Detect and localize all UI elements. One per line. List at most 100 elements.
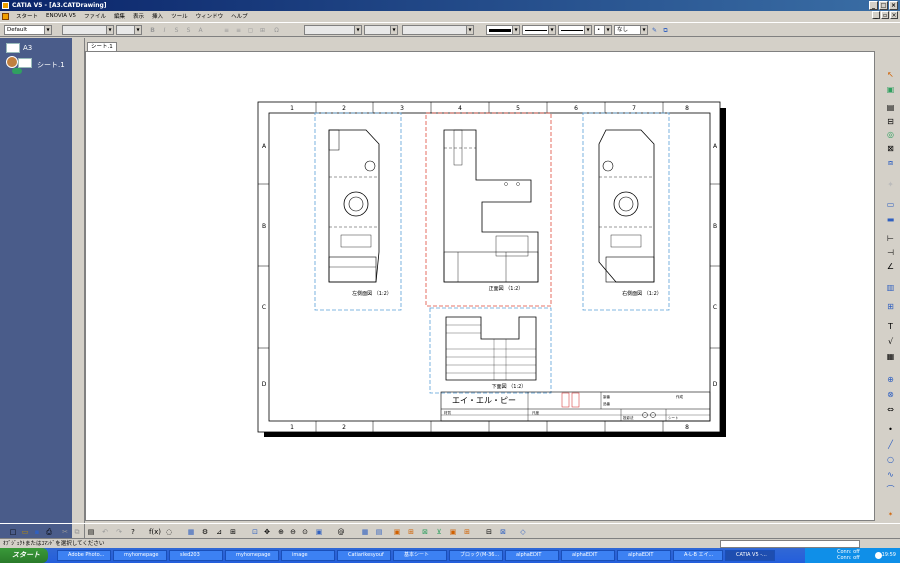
clock[interactable]: 19:59 <box>882 552 896 558</box>
taskbar-item[interactable]: myhomepage <box>225 550 279 561</box>
frame-icon[interactable]: ▢ <box>246 26 255 35</box>
align-icon[interactable]: ⊠ <box>498 527 508 537</box>
zoom-in-icon[interactable]: ⊕ <box>276 527 286 537</box>
close-button[interactable]: × <box>889 1 898 10</box>
color-combo[interactable]: ▼ <box>486 25 520 35</box>
symbol-icon[interactable]: √ <box>886 337 895 346</box>
analysis-display-icon[interactable]: ▤ <box>374 527 384 537</box>
strikethrough-icon[interactable]: S <box>184 26 193 35</box>
copy-format-icon[interactable]: ⧉ <box>661 26 670 35</box>
painter-icon[interactable]: ✎ <box>650 26 659 35</box>
zoom-area-icon[interactable]: ⊙ <box>300 527 310 537</box>
spline-icon[interactable]: ∿ <box>886 470 895 479</box>
arrow-icon[interactable]: ⇔ <box>886 405 895 414</box>
dimension-icon[interactable]: ⊢ <box>886 234 895 243</box>
update-icon[interactable]: ▦ <box>186 527 196 537</box>
whats-this-icon[interactable]: ? <box>128 527 138 537</box>
italic-icon[interactable]: I <box>160 26 169 35</box>
tree-root-a3[interactable]: A3 <box>23 44 32 52</box>
snap-icon[interactable]: @ <box>336 527 346 537</box>
clipping-icon[interactable]: ⊠ <box>886 144 895 153</box>
copy-icon[interactable]: ⧉ <box>72 527 82 537</box>
display-icon[interactable]: ⊞ <box>462 527 472 537</box>
cut-icon[interactable]: ✂ <box>60 527 70 537</box>
taskbar-item[interactable]: alphaEDIT <box>561 550 615 561</box>
detail-icon[interactable]: ◎ <box>886 130 895 139</box>
menu-tools[interactable]: ツール <box>170 12 189 20</box>
fit-all-icon[interactable]: ⊡ <box>250 527 260 537</box>
taskbar-item[interactable]: alphaEDIT <box>505 550 559 561</box>
undo-icon[interactable]: ↶ <box>100 527 110 537</box>
normal-view-icon[interactable]: ▣ <box>314 527 324 537</box>
sketch-mode-icon[interactable]: ⊻ <box>434 527 444 537</box>
menu-enovia[interactable]: ENOVIA V5 <box>45 13 77 19</box>
bold-icon[interactable]: B <box>148 26 157 35</box>
menu-edit[interactable]: 編集 <box>113 12 126 20</box>
taskbar-item[interactable]: ブロック(M-36... <box>449 550 503 561</box>
select-icon[interactable]: ↖ <box>886 70 895 79</box>
menu-start[interactable]: スタート <box>15 12 39 20</box>
line-thickness-combo[interactable]: ▼ <box>522 25 556 35</box>
new-detail-icon[interactable]: ▬ <box>886 215 895 224</box>
maximize-button[interactable]: □ <box>879 1 888 10</box>
anchor-icon[interactable]: ⊞ <box>258 26 267 35</box>
catalog-icon[interactable]: ◇ <box>518 527 528 537</box>
zoom-out-icon[interactable]: ⊖ <box>288 527 298 537</box>
chain-dimension-icon[interactable]: ⊣ <box>886 248 895 257</box>
taskbar-item[interactable]: Adobe Photo... <box>57 550 111 561</box>
layer-icon[interactable]: ▣ <box>448 527 458 537</box>
taskbar-item[interactable]: alphaEDIT <box>617 550 671 561</box>
curve-icon[interactable]: ⌒ <box>886 485 895 494</box>
thread-icon[interactable]: ⊗ <box>886 390 895 399</box>
pattern-combo[interactable]: なし ▼ <box>614 25 648 35</box>
taskbar-item[interactable]: Catiarikesyouf <box>337 550 391 561</box>
line-icon[interactable]: ╱ <box>886 440 895 449</box>
line-type-combo[interactable]: ▼ <box>558 25 592 35</box>
style-combo[interactable]: Default ▼ <box>4 25 52 35</box>
command-input[interactable] <box>720 540 860 548</box>
document-icon[interactable] <box>2 12 9 20</box>
menu-file[interactable]: ファイル <box>83 12 107 20</box>
table-icon[interactable]: ▦ <box>886 352 895 361</box>
underline-icon[interactable]: S <box>172 26 181 35</box>
superscript-icon[interactable]: A <box>196 26 205 35</box>
menu-view[interactable]: 表示 <box>132 12 145 20</box>
position-icon[interactable]: ⊟ <box>484 527 494 537</box>
open-icon[interactable]: ▭ <box>20 527 30 537</box>
analysis-icon[interactable]: ⚙ <box>200 527 210 537</box>
point-style-combo[interactable]: • ▼ <box>594 25 612 35</box>
taskbar-item[interactable]: 基本シート <box>393 550 447 561</box>
point-icon[interactable]: • <box>886 425 895 434</box>
drawing-canvas[interactable]: 1 2 3 4 5 6 7 8 1 2 8 A B C D A B C D 左側… <box>85 51 875 521</box>
view-icon[interactable]: ▣ <box>886 85 895 94</box>
taskbar-item[interactable]: A-L-B エイ... <box>673 550 723 561</box>
menu-help[interactable]: ヘルプ <box>230 12 249 20</box>
section-icon[interactable]: ⊟ <box>886 117 895 126</box>
tolerance-icon[interactable]: ⊞ <box>886 302 895 311</box>
print-icon[interactable]: ⎙ <box>44 527 54 537</box>
tolerance-combo[interactable]: ▼ <box>364 25 398 35</box>
taskbar-item[interactable]: sled203 <box>169 550 223 561</box>
pan-icon[interactable]: ✥ <box>262 527 272 537</box>
font-size-combo[interactable]: ▼ <box>116 25 142 35</box>
align-left-icon[interactable]: ≡ <box>222 26 231 35</box>
menu-window[interactable]: ウィンドウ <box>195 12 225 20</box>
save-icon[interactable]: ▪ <box>32 527 42 537</box>
precision-combo[interactable]: ▼ <box>402 25 474 35</box>
align-center-icon[interactable]: ≡ <box>234 26 243 35</box>
tree-sheet-1[interactable]: シート.1 <box>37 60 65 70</box>
show-constraints-icon[interactable]: ⊞ <box>406 527 416 537</box>
taskbar-item-active[interactable]: CATIA V5 -... <box>725 550 775 561</box>
start-button[interactable]: スタート <box>0 548 48 563</box>
minimize-button[interactable]: _ <box>869 1 878 10</box>
filter-icon[interactable]: ⊿ <box>214 527 224 537</box>
dimension-sys-icon[interactable]: ▥ <box>886 283 895 292</box>
tab-sheet-1[interactable]: シート.1 <box>87 42 117 51</box>
window-titlebar[interactable]: CATIA V5 - [A3.CATDrawing] _ □ × <box>0 0 900 11</box>
paste-icon[interactable]: ▤ <box>86 527 96 537</box>
text-icon[interactable]: T <box>886 322 895 331</box>
formula-icon[interactable]: f(x) <box>148 527 162 537</box>
menu-insert[interactable]: 挿入 <box>151 12 164 20</box>
geometry-icon[interactable]: ⊠ <box>420 527 430 537</box>
taskbar-item[interactable]: image <box>281 550 335 561</box>
